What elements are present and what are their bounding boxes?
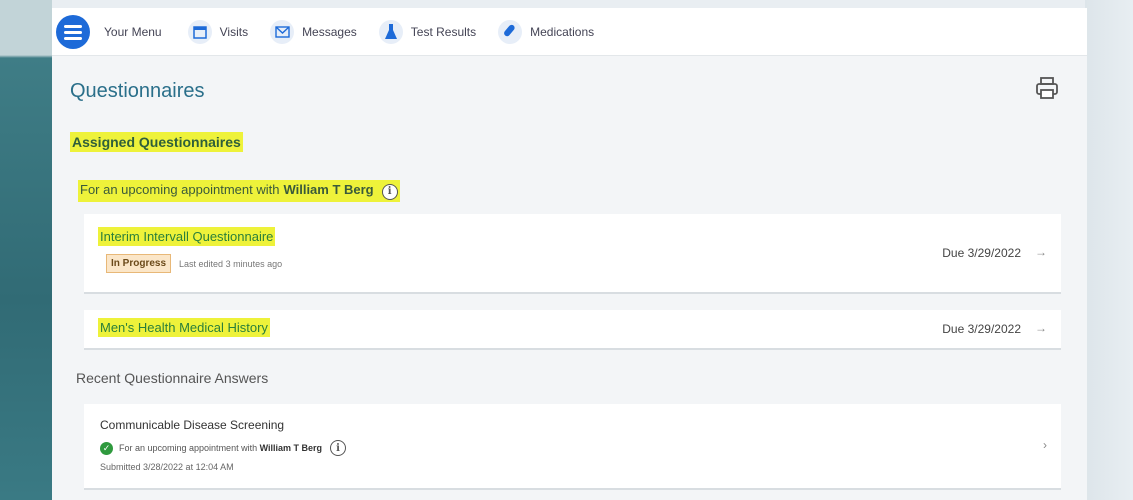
last-edited-text: Last edited 3 minutes ago bbox=[179, 258, 283, 269]
assigned-title-text: Assigned Questionnaires bbox=[70, 132, 243, 152]
nav-item-label: Visits bbox=[219, 24, 249, 39]
arrow-right-icon[interactable]: → bbox=[1035, 245, 1047, 259]
questionnaire-title[interactable]: Interim Intervall Questionnaire bbox=[98, 227, 276, 246]
nav-item-label: Messages bbox=[302, 24, 357, 39]
checkmark-icon: ✓ bbox=[100, 441, 113, 455]
printer-icon[interactable] bbox=[1035, 76, 1059, 105]
status-row: In Progress Last edited 3 minutes ago bbox=[106, 254, 282, 273]
due-date: Due 3/29/2022 bbox=[942, 322, 1021, 336]
status-badge: In Progress bbox=[106, 254, 172, 273]
arrow-right-icon[interactable]: → bbox=[1035, 321, 1047, 335]
appointment-prefix: For an upcoming appointment with bbox=[119, 443, 258, 453]
nav-item-messages[interactable]: Messages bbox=[270, 19, 357, 44]
appointment-text: For an upcoming appointment with William… bbox=[119, 443, 322, 453]
nav-item-label: Medications bbox=[530, 24, 595, 39]
questionnaires-panel: Questionnaires Assigned Questionnaires F… bbox=[52, 56, 1087, 500]
questionnaire-card-interim[interactable]: Interim Intervall Questionnaire In Progr… bbox=[84, 214, 1061, 294]
due-date: Due 3/29/2022 bbox=[942, 246, 1021, 260]
doctor-name: William T Berg bbox=[259, 443, 323, 453]
top-navigation: Your Menu Visits Messages Test Results M… bbox=[52, 8, 1087, 56]
assigned-section-title: Assigned Questionnaires bbox=[70, 132, 243, 152]
questionnaire-title[interactable]: Men's Health Medical History bbox=[98, 318, 270, 337]
info-icon[interactable]: i bbox=[330, 440, 347, 456]
appointment-text: For an upcoming appointment with William … bbox=[78, 180, 400, 202]
flask-icon bbox=[378, 19, 403, 44]
doctor-name: William T Berg bbox=[283, 182, 374, 197]
appointment-line: For an upcoming appointment with William … bbox=[78, 180, 400, 202]
recent-answer-card[interactable]: Communicable Disease Screening ✓ For an … bbox=[84, 404, 1061, 490]
nav-item-label: Test Results bbox=[410, 24, 477, 39]
questionnaire-title-text: Interim Intervall Questionnaire bbox=[98, 227, 276, 246]
appointment-status-row: ✓ For an upcoming appointment with Willi… bbox=[100, 440, 347, 456]
pill-icon bbox=[498, 19, 523, 44]
menu-icon[interactable] bbox=[56, 14, 90, 49]
envelope-icon bbox=[270, 19, 295, 44]
calendar-icon bbox=[187, 19, 212, 44]
menu-label[interactable]: Your Menu bbox=[104, 25, 162, 39]
questionnaire-card-mens-health[interactable]: Men's Health Medical History Due 3/29/20… bbox=[84, 310, 1061, 350]
submitted-timestamp: Submitted 3/28/2022 at 12:04 AM bbox=[100, 462, 234, 472]
recent-section-title: Recent Questionnaire Answers bbox=[76, 370, 269, 386]
info-icon[interactable]: i bbox=[381, 183, 398, 200]
recent-answer-title[interactable]: Communicable Disease Screening bbox=[100, 418, 284, 432]
page-title: Questionnaires bbox=[70, 80, 205, 102]
nav-item-visits[interactable]: Visits bbox=[187, 19, 249, 44]
nav-item-test-results[interactable]: Test Results bbox=[378, 19, 477, 44]
appointment-prefix: For an upcoming appointment with bbox=[80, 182, 280, 197]
background-left bbox=[0, 0, 52, 500]
nav-item-medications[interactable]: Medications bbox=[498, 19, 595, 44]
background-right bbox=[1085, 0, 1133, 500]
chevron-right-icon[interactable]: › bbox=[1043, 438, 1047, 452]
questionnaire-title-text: Men's Health Medical History bbox=[98, 318, 270, 337]
